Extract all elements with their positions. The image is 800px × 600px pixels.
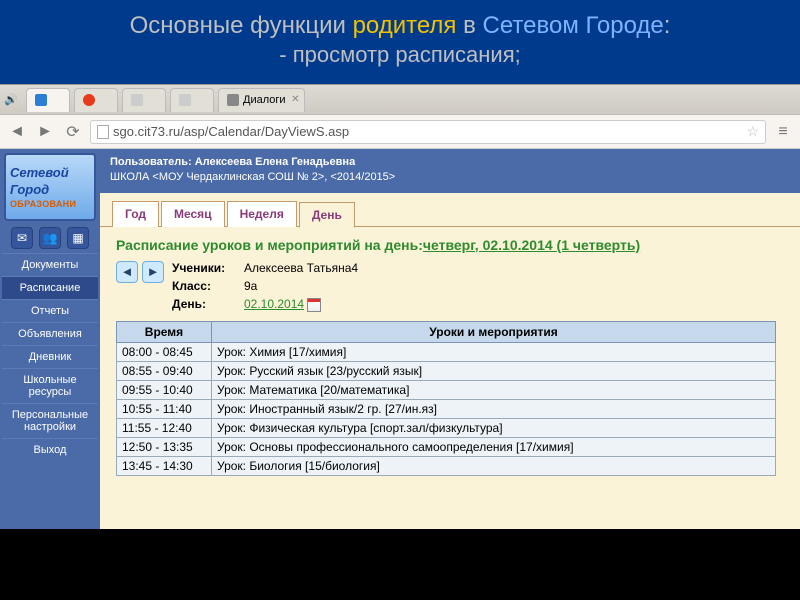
browser-tab[interactable]: Диалоги ✕ <box>218 88 305 112</box>
reload-button[interactable]: ⟳ <box>62 121 84 143</box>
chat-icon <box>227 94 239 106</box>
app-frame: Сетевой Город ОБРАЗОВАНИ ✉ 👥 ▦ Документы… <box>0 149 800 529</box>
user-school: ШКОЛА <МОУ Чердаклинская СОШ № 2>, <2014… <box>110 170 790 185</box>
cell-time: 08:00 - 08:45 <box>117 342 212 361</box>
sidebar-quick-icons: ✉ 👥 ▦ <box>11 227 89 249</box>
logo-text: ОБРАЗОВАНИ <box>10 199 76 209</box>
tab-year[interactable]: Год <box>112 201 159 227</box>
title-highlight: родителя <box>353 12 457 39</box>
logo-text: Сетевой <box>10 165 69 180</box>
page-title-prefix: Расписание уроков и мероприятий на день: <box>116 237 423 253</box>
class-value: 9а <box>244 277 257 295</box>
title-text: : <box>664 12 671 39</box>
browser-toolbar: ◄ ► ⟳ sgo.cit73.ru/asp/Calendar/DayViewS… <box>0 115 800 149</box>
sidebar-item-documents[interactable]: Документы <box>2 253 98 276</box>
student-value: Алексеева Татьяна4 <box>244 259 358 277</box>
cell-event: Урок: Основы профессионального самоопред… <box>212 437 776 456</box>
table-row: 13:45 - 14:30Урок: Биология [15/биология… <box>117 456 776 475</box>
view-tabs: Год Месяц Неделя День <box>112 201 800 227</box>
filter-row: ◄ ► Ученики: Алексеева Татьяна4 Класс: 9а … <box>116 259 800 313</box>
title-text: Основные функции <box>130 12 353 39</box>
browser-tabstrip: 🔊 Диалоги ✕ <box>0 85 800 115</box>
sidebar-item-settings[interactable]: Персональные настройки <box>2 403 98 438</box>
day-label: День: <box>172 295 238 313</box>
bookmark-icon[interactable]: ☆ <box>746 123 759 140</box>
main-panel: Пользователь: Алексеева Елена Генадьевна… <box>100 149 800 529</box>
cell-time: 10:55 - 11:40 <box>117 399 212 418</box>
forward-button[interactable]: ► <box>34 121 56 143</box>
calendar-icon[interactable] <box>307 298 321 312</box>
browser-tab[interactable] <box>122 88 166 112</box>
tab-month[interactable]: Месяц <box>161 201 225 227</box>
student-label: Ученики: <box>172 259 238 277</box>
users-icon[interactable]: 👥 <box>39 227 61 249</box>
browser-tab[interactable] <box>74 88 118 112</box>
cell-time: 12:50 - 13:35 <box>117 437 212 456</box>
class-label: Класс: <box>172 277 238 295</box>
app-logo: Сетевой Город ОБРАЗОВАНИ <box>4 153 96 221</box>
sidebar-item-schedule[interactable]: Расписание <box>2 276 98 299</box>
browser-window: 🔊 Диалоги ✕ ◄ ► ⟳ sgo.cit73.ru/asp/Calend… <box>0 84 800 529</box>
browser-tab[interactable] <box>26 88 70 112</box>
cell-time: 08:55 - 09:40 <box>117 361 212 380</box>
cell-event: Урок: Химия [17/химия] <box>212 342 776 361</box>
url-text: sgo.cit73.ru/asp/Calendar/DayViewS.asp <box>113 124 349 139</box>
address-bar[interactable]: sgo.cit73.ru/asp/Calendar/DayViewS.asp ☆ <box>90 120 766 144</box>
page-title-date: четверг, 02.10.2014 (1 четверть) <box>423 237 640 253</box>
favicon-icon <box>131 94 143 106</box>
slide-subtitle: - просмотр расписания; <box>8 42 792 68</box>
sidebar-item-resources[interactable]: Школьные ресурсы <box>2 368 98 403</box>
schedule-table: Время Уроки и мероприятия 08:00 - 08:45У… <box>116 321 776 476</box>
table-row: 10:55 - 11:40Урок: Иностранный язык/2 гр… <box>117 399 776 418</box>
sidebar: Сетевой Город ОБРАЗОВАНИ ✉ 👥 ▦ Документы… <box>0 149 100 529</box>
title-text: в <box>456 12 482 39</box>
volume-icon[interactable]: 🔊 <box>0 93 22 106</box>
table-row: 12:50 - 13:35Урок: Основы профессиональн… <box>117 437 776 456</box>
date-picker-link[interactable]: 02.10.2014 <box>244 297 304 311</box>
slide-title: Основные функции родителя в Сетевом Горо… <box>8 12 792 40</box>
sidebar-item-exit[interactable]: Выход <box>2 438 98 461</box>
tab-label: Диалоги <box>243 94 286 106</box>
cell-time: 11:55 - 12:40 <box>117 418 212 437</box>
user-info-strip: Пользователь: Алексеева Елена Генадьевна… <box>100 149 800 193</box>
table-row: 08:00 - 08:45Урок: Химия [17/химия] <box>117 342 776 361</box>
cell-event: Урок: Иностранный язык/2 гр. [27/ин.яз] <box>212 399 776 418</box>
table-row: 11:55 - 12:40Урок: Физическая культура [… <box>117 418 776 437</box>
col-time-header: Время <box>117 321 212 342</box>
browser-tab[interactable] <box>170 88 214 112</box>
menu-button[interactable]: ≡ <box>772 121 794 143</box>
cell-event: Урок: Русский язык [23/русский язык] <box>212 361 776 380</box>
filter-meta: Ученики: Алексеева Татьяна4 Класс: 9а День… <box>172 259 358 313</box>
slide-footer <box>0 529 800 581</box>
grid-icon[interactable]: ▦ <box>67 227 89 249</box>
sidebar-item-reports[interactable]: Отчеты <box>2 299 98 322</box>
mail-icon[interactable]: ✉ <box>11 227 33 249</box>
close-icon[interactable]: ✕ <box>291 94 299 105</box>
favicon-icon <box>83 94 95 106</box>
next-day-button[interactable]: ► <box>142 261 164 283</box>
content-area: Расписание уроков и мероприятий на день:… <box>100 226 800 476</box>
tab-day[interactable]: День <box>299 202 355 228</box>
logo-text: Город <box>10 182 49 197</box>
sidebar-item-diary[interactable]: Дневник <box>2 345 98 368</box>
prev-day-button[interactable]: ◄ <box>116 261 138 283</box>
favicon-icon <box>35 94 47 106</box>
sidebar-item-announcements[interactable]: Объявления <box>2 322 98 345</box>
table-row: 08:55 - 09:40Урок: Русский язык [23/русс… <box>117 361 776 380</box>
user-name: Пользователь: Алексеева Елена Генадьевна <box>110 155 790 170</box>
favicon-icon <box>179 94 191 106</box>
table-row: 09:55 - 10:40Урок: Математика [20/матема… <box>117 380 776 399</box>
cell-event: Урок: Физическая культура [спорт.зал/физ… <box>212 418 776 437</box>
col-event-header: Уроки и мероприятия <box>212 321 776 342</box>
back-button[interactable]: ◄ <box>6 121 28 143</box>
title-link-text: Сетевом Городе <box>483 12 664 39</box>
cell-time: 09:55 - 10:40 <box>117 380 212 399</box>
slide-header: Основные функции родителя в Сетевом Горо… <box>0 0 800 84</box>
page-title: Расписание уроков и мероприятий на день:… <box>116 237 800 253</box>
cell-event: Урок: Биология [15/биология] <box>212 456 776 475</box>
tab-week[interactable]: Неделя <box>227 201 297 227</box>
cell-event: Урок: Математика [20/математика] <box>212 380 776 399</box>
page-icon <box>97 125 109 139</box>
cell-time: 13:45 - 14:30 <box>117 456 212 475</box>
